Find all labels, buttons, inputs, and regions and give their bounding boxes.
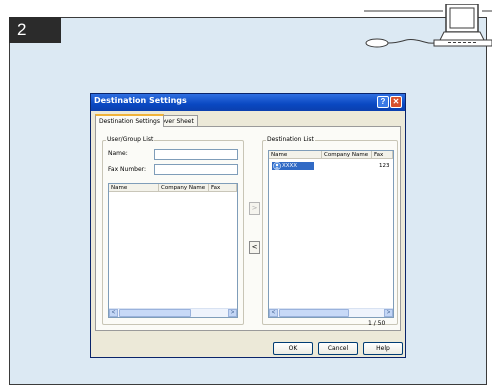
column-header-name[interactable]: Name (269, 151, 322, 159)
list-item[interactable]: XXXX (272, 162, 314, 170)
help-icon[interactable]: ? (377, 96, 389, 108)
scroll-right-icon[interactable]: > (228, 309, 237, 317)
scroll-thumb[interactable] (279, 309, 349, 317)
title-bar: Destination Settings ? ✕ (91, 94, 405, 111)
column-header-name[interactable]: Name (109, 184, 159, 192)
name-input[interactable] (154, 149, 238, 160)
computer-icon (364, 4, 492, 48)
step-number-badge: 2 (9, 17, 61, 43)
scroll-left-icon[interactable]: < (269, 309, 278, 317)
user-group-list-legend: User/Group List (106, 136, 155, 143)
destination-settings-dialog: Destination Settings ? ✕ Destination Set… (90, 93, 406, 358)
column-header-fax[interactable]: Fax (209, 184, 237, 192)
column-header-company-name[interactable]: Company Name (159, 184, 209, 192)
add-to-destination-button[interactable]: > (249, 202, 260, 215)
tab-destination-settings[interactable]: Destination Settings (95, 114, 164, 127)
user-group-list[interactable]: Name Company Name Fax < > (108, 183, 238, 318)
horizontal-scrollbar[interactable]: < > (109, 308, 237, 317)
ok-button[interactable]: OK (273, 342, 313, 355)
dialog-title: Destination Settings (94, 96, 187, 105)
horizontal-scrollbar[interactable]: < > (269, 308, 393, 317)
name-label: Name: (108, 150, 128, 157)
destination-list[interactable]: Name Company Name Fax XXXX 123 < > (268, 150, 394, 318)
destination-fax: 123 (379, 163, 390, 169)
tab-content: User/Group List Name: Fax Number: Name C… (95, 126, 401, 331)
close-icon[interactable]: ✕ (390, 96, 402, 108)
destination-name: XXXX (282, 163, 298, 169)
column-header-company-name[interactable]: Company Name (322, 151, 372, 159)
fax-number-label: Fax Number: (108, 166, 147, 173)
destination-list-legend: Destination List (266, 136, 315, 143)
column-header-fax[interactable]: Fax (372, 151, 393, 159)
scroll-right-icon[interactable]: > (384, 309, 393, 317)
help-button[interactable]: Help (363, 342, 403, 355)
remove-from-destination-button[interactable]: < (249, 241, 260, 254)
scroll-thumb[interactable] (119, 309, 191, 317)
group-icon (273, 162, 281, 170)
cancel-button[interactable]: Cancel (318, 342, 358, 355)
scroll-left-icon[interactable]: < (109, 309, 118, 317)
fax-number-input[interactable] (154, 164, 238, 175)
page-count: 1 / 50 (368, 320, 386, 327)
